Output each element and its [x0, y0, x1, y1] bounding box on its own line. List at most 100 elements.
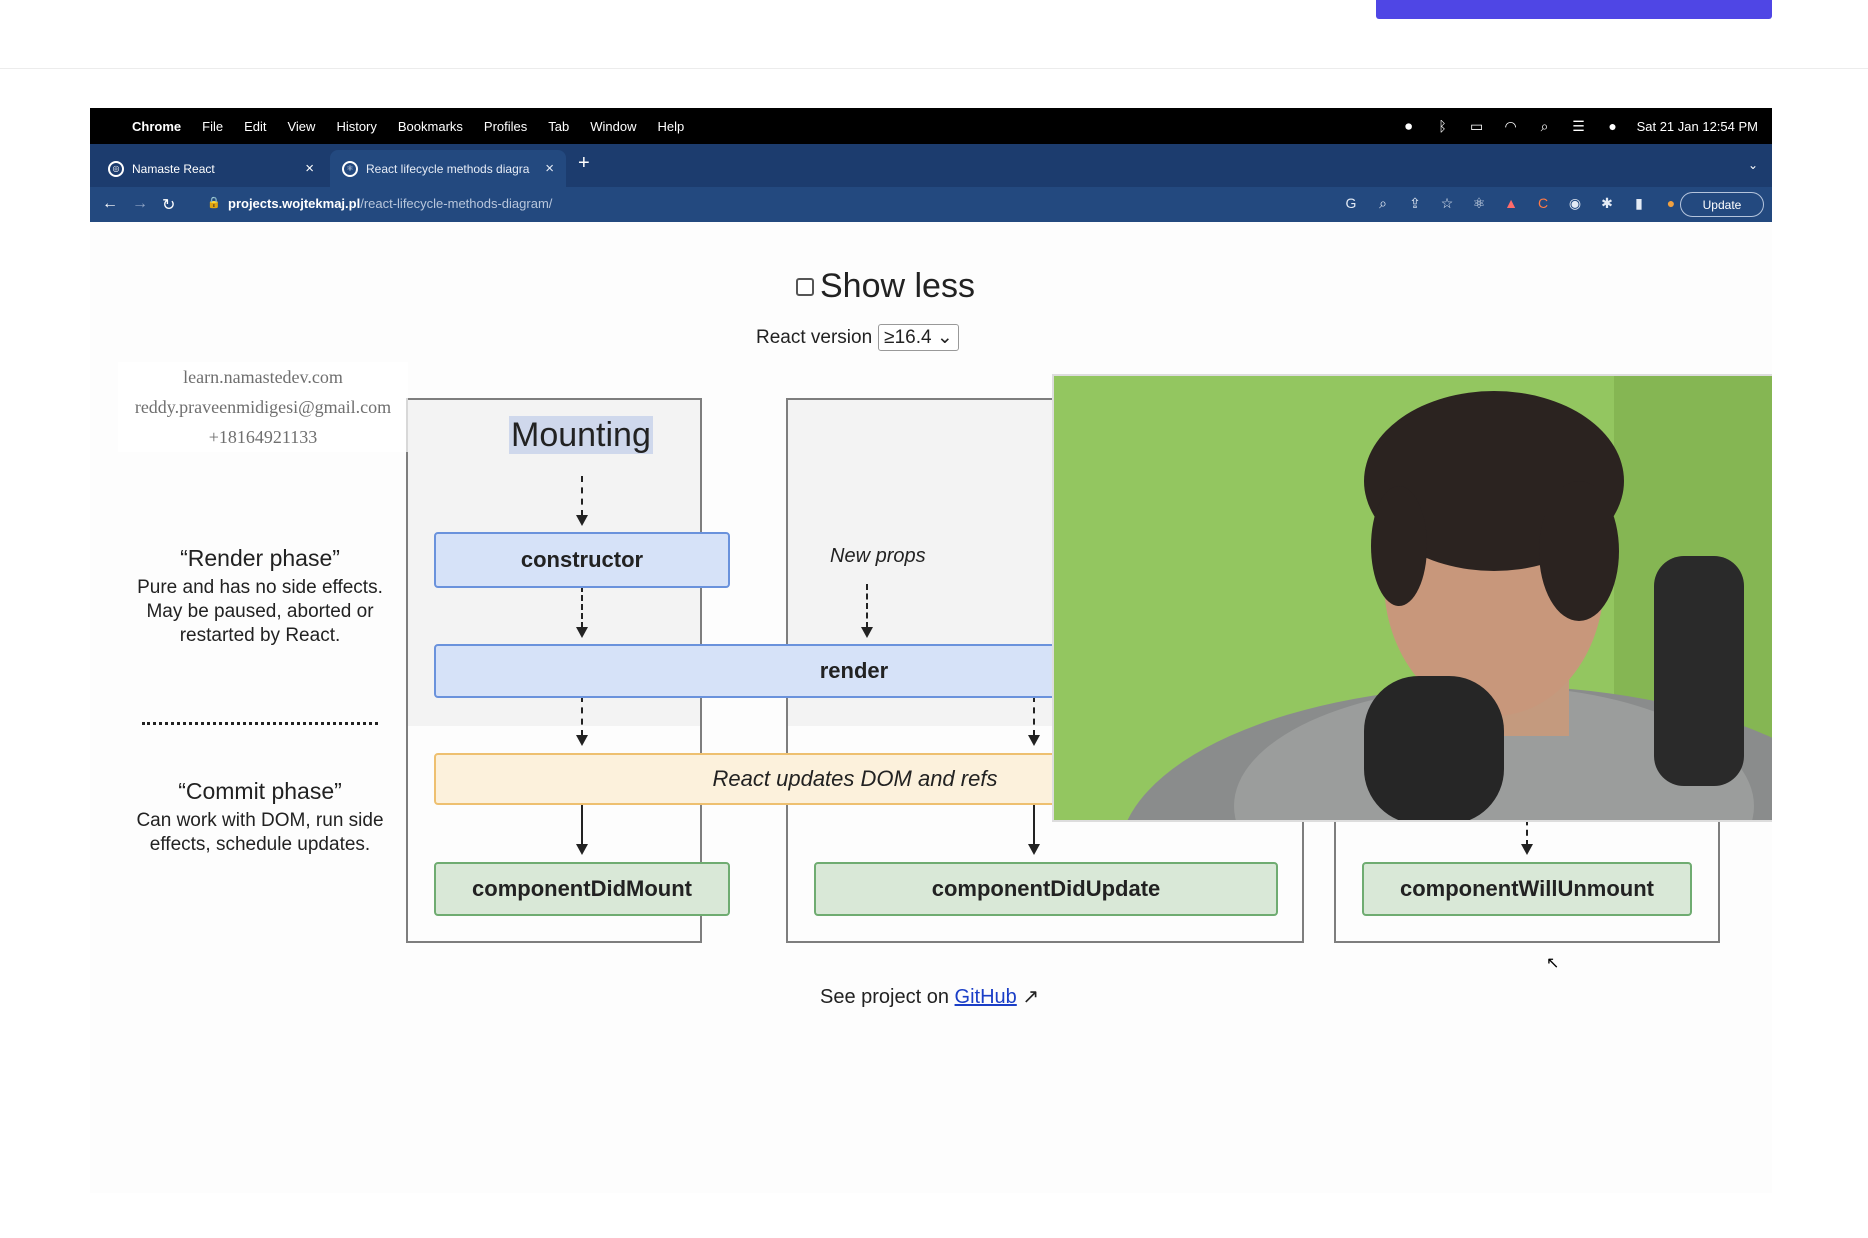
menu-bookmarks[interactable]: Bookmarks: [398, 119, 463, 134]
show-less-label: Show less: [820, 267, 975, 305]
side-panel-icon[interactable]: ▮: [1630, 195, 1648, 212]
google-icon[interactable]: G: [1342, 195, 1360, 212]
menu-window[interactable]: Window: [590, 119, 636, 134]
share-icon[interactable]: ⇪: [1406, 195, 1424, 212]
commit-phase-desc: Can work with DOM, run side effects, sch…: [136, 810, 384, 855]
commit-phase-legend: “Commit phase” Can work with DOM, run si…: [130, 778, 390, 857]
commit-phase-title: “Commit phase”: [178, 778, 342, 804]
top-action-button[interactable]: [1376, 0, 1772, 19]
url-host: projects.wojtekmaj.pl: [228, 196, 361, 211]
mounting-title: Mounting: [509, 416, 653, 455]
phase-divider: [142, 722, 378, 725]
siri-icon[interactable]: ●: [1603, 118, 1623, 134]
forward-arrow-icon[interactable]: →: [132, 195, 148, 213]
extensions-puzzle-icon[interactable]: ✱: [1598, 195, 1616, 212]
show-less-toggle[interactable]: Show less: [796, 267, 975, 306]
menu-history[interactable]: History: [336, 119, 376, 134]
github-prefix: See project on: [820, 986, 949, 1008]
arrow-head: [576, 515, 588, 526]
connector-line: [581, 803, 583, 845]
webcam-overlay: [1052, 374, 1772, 822]
tab-label: Namaste React: [132, 161, 215, 176]
spotlight-search-icon[interactable]: ⌕: [1535, 118, 1555, 135]
extension-circle-icon[interactable]: ◉: [1566, 195, 1584, 212]
tab-label: React lifecycle methods diagra: [366, 161, 530, 176]
react-version-control: React version ≥16.4 ⌄: [756, 324, 959, 351]
record-icon[interactable]: ⏺: [1399, 118, 1419, 135]
watermark-site: learn.namastedev.com: [183, 367, 343, 387]
address-field[interactable]: projects.wojtekmaj.pl/react-lifecycle-me…: [228, 196, 552, 211]
new-tab-icon[interactable]: +: [578, 152, 590, 175]
componentdidupdate-node[interactable]: componentDidUpdate: [814, 862, 1278, 916]
extension-c-icon[interactable]: C: [1534, 195, 1552, 212]
globe-icon: ◎: [108, 160, 124, 177]
url-path: /react-lifecycle-methods-diagram/: [360, 196, 553, 211]
arrow-head: [1028, 735, 1040, 746]
close-icon[interactable]: ×: [305, 160, 314, 177]
arrow-head: [1028, 844, 1040, 855]
battery-icon[interactable]: ▭: [1467, 118, 1487, 135]
external-link-icon[interactable]: ↗: [1022, 986, 1039, 1008]
update-button[interactable]: Update: [1680, 192, 1764, 217]
react-devtools-icon[interactable]: ⚛: [1470, 195, 1488, 212]
connector-line: [1033, 696, 1035, 736]
arrow-head: [576, 844, 588, 855]
react-logo-icon: ⚛: [342, 160, 358, 177]
mounting-title-text: Mounting: [509, 416, 653, 454]
arrow-head: [576, 627, 588, 638]
mouse-cursor-icon: ↖: [1546, 955, 1560, 972]
menu-help[interactable]: Help: [658, 119, 685, 134]
github-footer: See project on GitHub ↗: [820, 984, 1039, 1009]
bookmark-star-icon[interactable]: ☆: [1438, 195, 1456, 212]
back-arrow-icon[interactable]: ←: [102, 195, 118, 213]
github-link[interactable]: GitHub: [955, 986, 1017, 1008]
render-phase-legend: “Render phase” Pure and has no side effe…: [130, 545, 390, 648]
tab-react-lifecycle[interactable]: ⚛ React lifecycle methods diagra ×: [330, 150, 566, 187]
lock-icon[interactable]: 🔒: [207, 196, 221, 209]
connector-line: [581, 476, 583, 516]
close-icon[interactable]: ×: [545, 160, 554, 177]
bluetooth-icon[interactable]: ᛒ: [1433, 118, 1453, 134]
react-version-select[interactable]: ≥16.4 ⌄: [878, 324, 959, 351]
arrow-head: [1521, 844, 1533, 855]
browser-toolbar: ← → ↻ 🔒 projects.wojtekmaj.pl/react-life…: [90, 187, 1772, 222]
mac-menubar: Chrome File Edit View History Bookmarks …: [90, 108, 1772, 144]
react-version-label: React version: [756, 326, 873, 348]
tab-namaste-react[interactable]: ◎ Namaste React ×: [96, 150, 326, 187]
constructor-node[interactable]: constructor: [434, 532, 730, 588]
new-props-label: New props: [830, 545, 926, 567]
render-phase-title: “Render phase”: [180, 545, 340, 571]
watermark: learn.namastedev.com reddy.praveenmidige…: [118, 362, 408, 452]
control-center-icon[interactable]: ☰: [1569, 118, 1589, 135]
menu-profiles[interactable]: Profiles: [484, 119, 527, 134]
video-frame: Chrome File Edit View History Bookmarks …: [90, 108, 1772, 1193]
pdf-extension-icon[interactable]: ▲: [1502, 195, 1520, 212]
menubar-status-area: ⏺ ᛒ ▭ ◠ ⌕ ☰ ● Sat 21 Jan 12:54 PM: [1399, 108, 1758, 144]
menu-tab[interactable]: Tab: [548, 119, 569, 134]
menu-app-name[interactable]: Chrome: [132, 119, 181, 134]
reload-icon[interactable]: ↻: [162, 195, 175, 215]
show-less-checkbox[interactable]: [796, 277, 814, 296]
react-version-value: ≥16.4: [884, 327, 932, 348]
arrow-head: [861, 627, 873, 638]
presenter-video: [1054, 376, 1772, 820]
connector-line: [581, 696, 583, 736]
componentdidmount-node[interactable]: componentDidMount: [434, 862, 730, 916]
connector-line: [1033, 803, 1035, 845]
menu-file[interactable]: File: [202, 119, 223, 134]
wifi-icon[interactable]: ◠: [1501, 118, 1521, 135]
screen: Chrome File Edit View History Bookmarks …: [0, 0, 1868, 1238]
header-divider: [0, 68, 1868, 69]
componentwillunmount-node[interactable]: componentWillUnmount: [1362, 862, 1692, 916]
connector-line: [866, 584, 868, 628]
menu-view[interactable]: View: [287, 119, 315, 134]
menubar-datetime[interactable]: Sat 21 Jan 12:54 PM: [1637, 119, 1758, 134]
browser-tab-bar: ◎ Namaste React × ⚛ React lifecycle meth…: [90, 144, 1772, 187]
menu-edit[interactable]: Edit: [244, 119, 266, 134]
toolbar-icons: G ⌕ ⇪ ☆ ⚛ ▲ C ◉ ✱ ▮ ●: [1342, 195, 1680, 212]
render-phase-desc: Pure and has no side effects. May be pau…: [137, 577, 383, 646]
arrow-head: [576, 735, 588, 746]
profile-avatar[interactable]: ●: [1662, 195, 1680, 212]
chevron-down-icon[interactable]: ⌄: [1748, 158, 1758, 172]
zoom-icon[interactable]: ⌕: [1374, 195, 1392, 212]
